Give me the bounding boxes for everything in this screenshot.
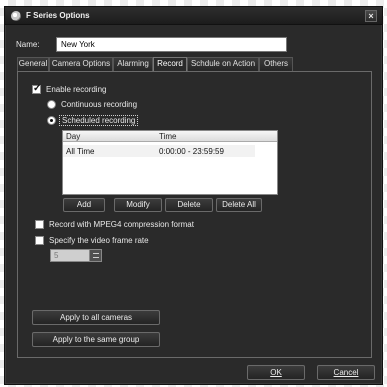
schedule-table[interactable]: Day Time All Time 0:00:00 - 23:59:59 <box>62 130 278 195</box>
apply-all-cameras-button[interactable]: Apply to all cameras <box>32 310 160 325</box>
modify-button[interactable]: Modify <box>114 198 162 212</box>
row-day: All Time <box>66 147 95 156</box>
app-icon <box>11 11 21 21</box>
row-time: 0:00:00 - 23:59:59 <box>159 147 224 156</box>
name-label: Name: <box>16 40 40 49</box>
frame-rate-value: 5 <box>54 251 59 260</box>
continuous-recording-radio[interactable] <box>47 100 56 109</box>
cancel-button[interactable]: Cancel <box>317 365 375 380</box>
scheduled-recording-radio[interactable] <box>47 116 56 125</box>
delete-button[interactable]: Delete <box>165 198 213 212</box>
tab-schedule-on-action[interactable]: Schdule on Action <box>187 57 259 71</box>
tab-alarming[interactable]: Alarming <box>113 57 153 71</box>
frame-rate-stepper[interactable]: 5 <box>50 249 102 262</box>
radio-selected-dot <box>50 119 53 122</box>
enable-recording-checkbox[interactable]: ✓ <box>32 83 42 94</box>
tab-record[interactable]: Record <box>153 57 187 72</box>
name-input[interactable]: New York <box>56 37 287 52</box>
mpeg4-checkbox[interactable] <box>35 220 44 229</box>
stepper-down-icon <box>93 257 99 258</box>
schedule-table-header: Day Time <box>63 131 277 142</box>
delete-all-button[interactable]: Delete All <box>216 198 262 212</box>
tab-others[interactable]: Others <box>259 57 293 71</box>
continuous-recording-label: Continuous recording <box>61 100 138 109</box>
add-button[interactable]: Add <box>63 198 105 212</box>
tab-camera-options[interactable]: Camera Options <box>49 57 113 71</box>
ok-button[interactable]: OK <box>247 365 305 380</box>
stepper-buttons[interactable] <box>89 250 101 261</box>
mpeg4-label: Record with MPEG4 compression format <box>49 220 194 229</box>
table-row[interactable]: All Time 0:00:00 - 23:59:59 <box>63 145 255 157</box>
close-button[interactable]: × <box>365 10 377 22</box>
check-icon: ✓ <box>33 83 42 94</box>
window-title: F Series Options <box>26 11 90 20</box>
options-dialog: F Series Options × Name: New York Genera… <box>4 6 383 385</box>
column-header-time: Time <box>159 132 177 141</box>
apply-same-group-button[interactable]: Apply to the same group <box>32 332 160 347</box>
enable-recording-label: Enable recording <box>46 85 107 94</box>
stepper-up-icon <box>93 253 99 254</box>
frame-rate-label: Specify the video frame rate <box>49 236 149 245</box>
column-header-day: Day <box>66 132 81 141</box>
frame-rate-checkbox[interactable] <box>35 236 44 245</box>
tab-general[interactable]: General <box>17 57 49 71</box>
scheduled-recording-label: Scheduled recording <box>59 115 139 126</box>
title-bar[interactable]: F Series Options × <box>5 7 382 25</box>
